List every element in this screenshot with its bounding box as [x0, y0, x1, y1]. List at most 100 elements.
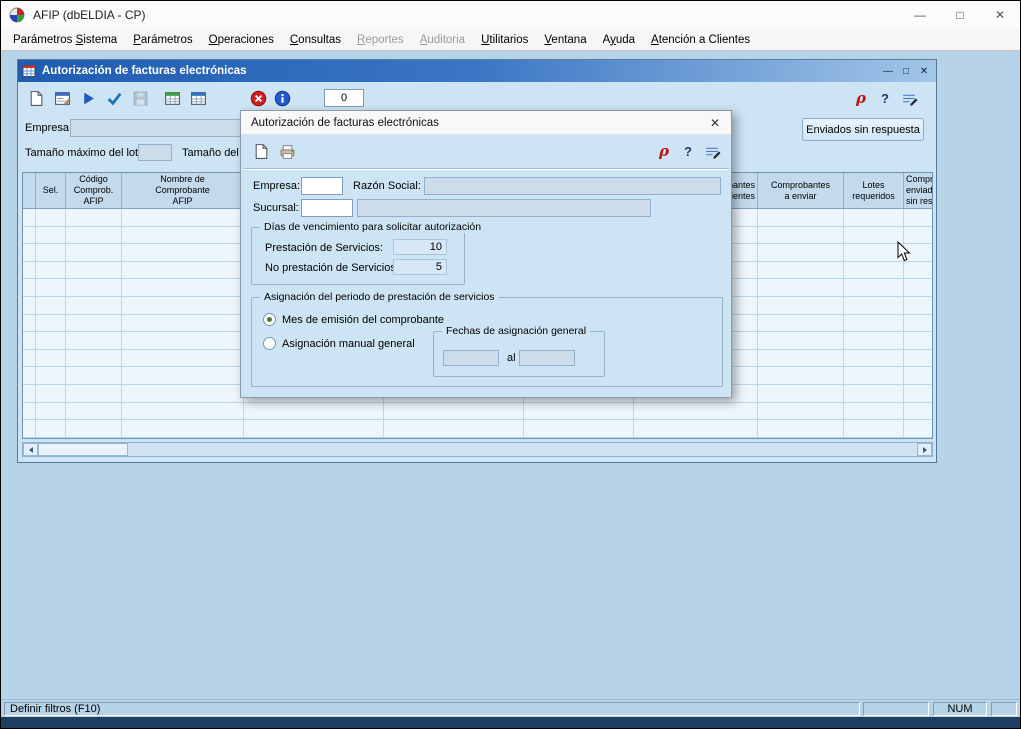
child-maximize-button[interactable]: □ — [898, 63, 914, 79]
app-icon — [9, 7, 25, 23]
menu-item[interactable]: Ventana — [536, 31, 594, 49]
child-close-button[interactable]: ✕ — [916, 63, 932, 79]
dialog-title: Autorización de facturas electrónicas — [251, 117, 439, 129]
dialog-window: Autorización de facturas electrónicas ✕ — [240, 110, 732, 398]
lote-field — [138, 144, 172, 161]
empresa-input[interactable] — [301, 177, 343, 195]
lote2-label: Tamaño del — [182, 147, 239, 159]
new-button[interactable] — [24, 86, 48, 110]
grid-column-header[interactable]: Comprobantes a enviar — [758, 173, 844, 208]
vencimiento-group: Días de vencimiento para solicitar autor… — [251, 227, 465, 285]
menu-item[interactable]: Operaciones — [201, 31, 282, 49]
grid-row[interactable] — [23, 403, 933, 421]
menu-item[interactable]: Consultas — [282, 31, 349, 49]
scroll-right-arrow[interactable] — [917, 443, 932, 456]
vencimiento-group-title: Días de vencimiento para solicitar autor… — [260, 221, 485, 233]
help-button[interactable]: ? — [874, 86, 896, 110]
status-panel-empty — [863, 702, 929, 716]
pen-lines-icon — [901, 90, 918, 107]
help-button[interactable]: ? — [677, 139, 699, 163]
sucursal-input[interactable] — [301, 199, 353, 217]
grid-column-header[interactable]: Lotes requeridos — [844, 173, 904, 208]
main-window: AFIP (dbELDIA - CP) — □ ✕ Parámetros Sis… — [0, 0, 1021, 729]
right-triangle-icon — [923, 447, 927, 453]
pen-lines-icon — [704, 143, 721, 160]
sucursal-label: Sucursal: — [253, 202, 299, 214]
new-document-icon — [253, 143, 270, 160]
fechas-group-title: Fechas de asignación general — [442, 325, 590, 337]
table-green-icon — [164, 90, 181, 107]
enviados-sin-respuesta-button[interactable]: Enviados sin respuesta — [802, 118, 924, 141]
child-titlebar[interactable]: Autorización de facturas electrónicas — … — [18, 60, 936, 82]
rho-button[interactable]: ρ — [653, 139, 675, 163]
table-blue-icon — [190, 90, 207, 107]
new-document-icon — [28, 90, 45, 107]
edit-button[interactable] — [898, 86, 920, 110]
sucursal-name-field — [357, 199, 651, 217]
new-button[interactable] — [249, 139, 273, 163]
radio-asignacion-manual[interactable]: Asignación manual general — [263, 337, 415, 350]
dialog-titlebar[interactable]: Autorización de facturas electrónicas ✕ — [241, 111, 731, 135]
radio-mes-label: Mes de emisión del comprobante — [282, 314, 444, 326]
grid-column-header[interactable]: Comprobantes enviados sin respuesta — [904, 173, 933, 208]
grid-export-button[interactable] — [186, 86, 210, 110]
info-circle-icon — [274, 90, 291, 107]
window-title: AFIP (dbELDIA - CP) — [33, 8, 145, 22]
maximize-button[interactable]: □ — [940, 1, 980, 29]
mdi-client: Autorización de facturas electrónicas — … — [1, 51, 1020, 699]
dialog-toolbar: ρ ? — [241, 135, 731, 167]
prestacion-label: Prestación de Servicios: — [265, 242, 383, 254]
num-lock-indicator: NUM — [933, 702, 987, 716]
menu-item[interactable]: Ayuda — [595, 31, 643, 49]
scroll-thumb[interactable] — [38, 443, 128, 456]
child-minimize-button[interactable]: — — [880, 63, 896, 79]
prestacion-value[interactable]: 10 — [393, 239, 447, 255]
cancel-circle-icon — [250, 90, 267, 107]
menu-bar: Parámetros SistemaParámetrosOperacionesC… — [1, 29, 1020, 51]
status-panel-empty-2 — [991, 702, 1017, 716]
radio-mes-emision[interactable]: Mes de emisión del comprobante — [263, 313, 444, 326]
printer-icon — [279, 143, 296, 160]
child-window-title: Autorización de facturas electrónicas — [42, 65, 247, 77]
fecha-hasta-field — [519, 350, 575, 366]
al-label: al — [507, 352, 516, 364]
menu-item[interactable]: Parámetros — [125, 31, 200, 49]
dialog-close-button[interactable]: ✕ — [701, 113, 729, 133]
horizontal-scrollbar[interactable] — [22, 442, 933, 457]
close-button[interactable]: ✕ — [980, 1, 1020, 29]
menu-item: Auditoria — [412, 31, 473, 49]
grid-row[interactable] — [23, 420, 933, 438]
menu-item[interactable]: Utilitarios — [473, 31, 536, 49]
rho-button[interactable]: ρ — [850, 86, 872, 110]
empresa-label: Empresa: — [253, 180, 300, 192]
status-bar: Definir filtros (F10) NUM — [1, 699, 1020, 717]
minimize-button[interactable]: — — [900, 1, 940, 29]
grid-column-header[interactable]: Nombre de Comprobante AFIP — [122, 173, 244, 208]
confirm-button[interactable] — [102, 86, 126, 110]
radio-selected-icon — [263, 313, 276, 326]
info-circle-button[interactable] — [270, 86, 294, 110]
grid-column-header[interactable]: Código Comprob. AFIP — [66, 173, 122, 208]
edit-button[interactable] — [701, 139, 723, 163]
radio-unselected-icon — [263, 337, 276, 350]
menu-item[interactable]: Atención a Clientes — [643, 31, 758, 49]
grid-column-header[interactable]: Sel. — [36, 173, 66, 208]
no-prestacion-value[interactable]: 5 — [393, 259, 447, 275]
razon-social-label: Razón Social: — [353, 180, 421, 192]
play-icon — [80, 90, 97, 107]
properties-button[interactable] — [50, 86, 74, 110]
asignacion-group-title: Asignación del periodo de prestación de … — [260, 291, 499, 303]
menu-item[interactable]: Parámetros Sistema — [5, 31, 125, 49]
run-button[interactable] — [76, 86, 100, 110]
child-window-icon — [22, 64, 36, 78]
grid-column-header[interactable] — [23, 173, 36, 208]
empresa-label: Empresa: — [25, 122, 72, 134]
lote-label: Tamaño máximo del lote: — [25, 147, 147, 159]
razon-social-field — [424, 177, 721, 195]
scroll-left-arrow[interactable] — [23, 443, 38, 456]
cancel-circle-button[interactable] — [246, 86, 270, 110]
grid-view-button[interactable] — [160, 86, 184, 110]
counter-field[interactable]: 0 — [324, 89, 364, 107]
titlebar: AFIP (dbELDIA - CP) — □ ✕ — [1, 1, 1020, 29]
print-button[interactable] — [275, 139, 299, 163]
